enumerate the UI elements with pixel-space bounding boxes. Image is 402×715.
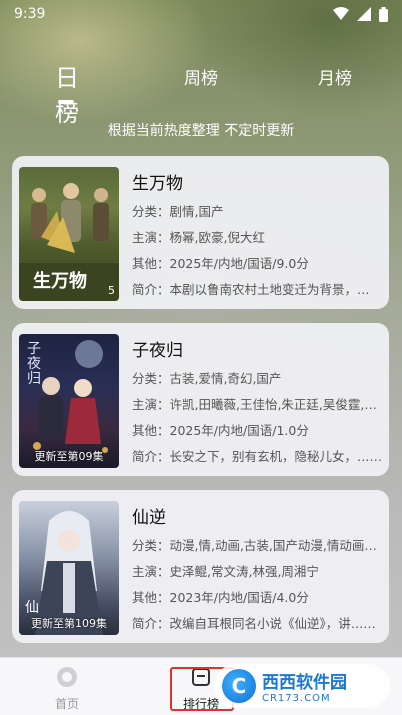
poster-title: 生万物 [33,271,87,292]
poster-title: 子夜归 [27,341,41,387]
battery-icon [379,6,388,22]
item-other: 其他：2025年/内地/国语/1.0分 [132,423,309,438]
episode-badge: 更新至第09集 [34,450,104,463]
status-time: 9:39 [14,6,46,22]
signal-icon [357,7,371,21]
watermark: C 西西软件园 CR173.COM [214,664,390,708]
item-category: 分类：古装,爱情,奇幻,国产 [132,371,282,386]
watermark-text: 西西软件园 [262,673,347,693]
item-other: 其他：2023年/内地/国语/4.0分 [132,590,309,605]
watermark-url: CR173.COM [262,693,331,704]
rank-subtitle: 根据当前热度整理 不定时更新 [107,123,295,139]
item-title: 子夜归 [132,341,183,361]
item-category: 分类：剧情,国产 [132,204,224,219]
home-icon [57,667,77,687]
poster-title: 仙 [25,600,39,616]
item-category: 分类：动漫,情,动画,古装,国产动漫,情动画…… [132,538,382,553]
item-cast: 主演：史泽鲲,常文涛,林强,周湘宁 [132,564,319,579]
item-title: 生万物 [132,174,183,194]
poster-image: 仙 更新至第109集 [19,501,119,635]
wifi-icon [333,7,349,20]
episode-badge: 更新至第109集 [31,617,107,630]
rank-tabs: 日榜 周榜 月榜 [0,64,402,127]
nav-home-label: 首页 [54,697,79,711]
item-other: 其他：2025年/内地/国语/9.0分 [132,256,309,271]
item-intro: 简介：改编自耳根同名小说《仙逆》，讲…… [132,616,376,631]
list-item[interactable]: 仙 更新至第109集 仙逆 分类：动漫,情,动画,古装,国产动漫,情动画…… 主… [12,490,389,643]
item-cast: 主演：杨幂,欧豪,倪大红 [132,230,265,245]
poster-image: 生万物 5 [19,167,119,301]
status-bar: 9:39 [0,0,402,28]
list-item[interactable]: 子夜归 更新至第09集 子夜归 分类：古装,爱情,奇幻,国产 主演：许凯,田曦薇… [12,323,389,476]
item-intro: 简介：长安之下，别有玄机，隐秘儿女，…… [132,449,382,464]
item-cast: 主演：许凯,田曦薇,王佳怡,朱正廷,吴俊霆,…… [132,397,382,412]
poster-image: 子夜归 更新至第09集 [19,334,119,468]
list-item[interactable]: 生万物 5 生万物 分类：剧情,国产 主演：杨幂,欧豪,倪大红 其他：2025年… [12,156,389,309]
nav-home[interactable]: 首页 [50,666,84,712]
tab-daily[interactable]: 日榜 [44,58,90,128]
tab-indicator [58,100,74,104]
item-title: 仙逆 [132,508,166,528]
watermark-logo: C [222,669,256,703]
tab-weekly[interactable]: 周榜 [180,64,222,89]
item-intro: 简介：本剧以鲁南农村土地变迁为背景，讲述…… [132,282,382,297]
tab-monthly[interactable]: 月榜 [314,64,356,89]
poster-episode-count: 5 [108,284,115,297]
